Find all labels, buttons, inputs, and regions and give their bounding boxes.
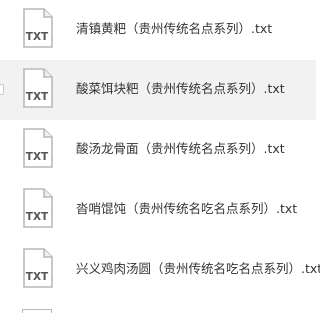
icon-label: TXT [26, 31, 49, 43]
file-name: 沓哨馄饨（贵州传统名吃名点系列）.txt [76, 201, 298, 216]
file-list: TXT 清镇黄粑（贵州传统名点系列）.txt TXT 酸菜饵块粑（贵州传统名点系… [0, 0, 320, 313]
row-checkbox[interactable] [0, 84, 4, 95]
file-name: 酸汤龙骨面（贵州传统名点系列）.txt [76, 141, 285, 156]
txt-file-icon: TXT [22, 248, 54, 288]
file-name: 酸菜饵块粑（贵州传统名点系列）.txt [76, 81, 285, 96]
icon-label: TXT [26, 211, 49, 223]
icon-label: TXT [26, 271, 49, 283]
txt-file-icon: TXT [22, 8, 54, 48]
txt-file-icon: TXT [22, 68, 54, 108]
file-row[interactable]: TXT 兴义鸡肉汤圆（贵州传统名吃名点系列）.txt [0, 240, 320, 300]
icon-label: TXT [26, 91, 49, 103]
file-row[interactable]: TXT 酸汤龙骨面（贵州传统名点系列）.txt [0, 120, 316, 180]
file-name: 兴义鸡肉汤圆（贵州传统名吃名点系列）.txt [76, 261, 320, 276]
file-row[interactable]: TXT 清镇黄粑（贵州传统名点系列）.txt [0, 0, 316, 60]
file-name: 清镇黄粑（贵州传统名点系列）.txt [76, 21, 273, 36]
txt-file-icon: TXT [22, 128, 54, 168]
partial-file-icon [22, 309, 52, 313]
icon-label: TXT [26, 151, 49, 163]
txt-file-icon: TXT [22, 188, 54, 228]
file-row-selected[interactable]: TXT 酸菜饵块粑（贵州传统名点系列）.txt [0, 60, 316, 120]
file-row[interactable]: TXT 沓哨馄饨（贵州传统名吃名点系列）.txt [0, 180, 316, 240]
